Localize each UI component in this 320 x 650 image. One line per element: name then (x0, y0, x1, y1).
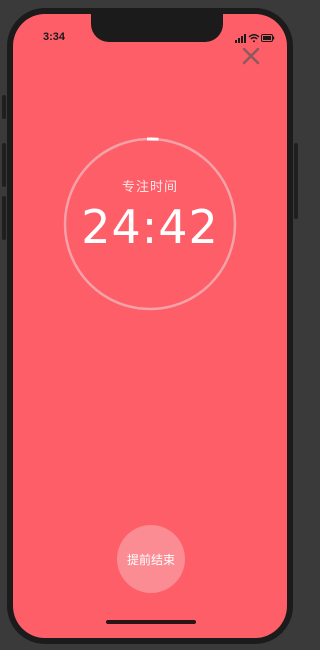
focus-time-label: 专注时间 (121, 180, 178, 195)
side-button-right (294, 143, 298, 219)
device-frame: 3:34 专注时间 24:42 提前结束 (0, 0, 300, 650)
end-early-label: 提前结束 (126, 552, 175, 567)
status-icons (235, 34, 275, 43)
app-screen: 3:34 专注时间 24:42 提前结束 (13, 14, 287, 638)
wifi-icon (248, 34, 260, 43)
side-button-left-top (2, 95, 6, 119)
end-early-button[interactable]: 提前结束 (117, 525, 185, 593)
battery-icon (261, 34, 275, 42)
close-button[interactable] (239, 44, 263, 68)
side-button-left-middle (2, 143, 6, 187)
home-indicator[interactable] (106, 620, 196, 624)
notch (91, 14, 223, 42)
signal-icon (235, 34, 246, 43)
phone-bezel: 3:34 专注时间 24:42 提前结束 (7, 8, 293, 644)
close-icon (242, 47, 260, 65)
side-button-left-bottom (2, 196, 6, 240)
status-time: 3:34 (43, 31, 66, 43)
countdown-timer: 24:42 (81, 200, 219, 254)
